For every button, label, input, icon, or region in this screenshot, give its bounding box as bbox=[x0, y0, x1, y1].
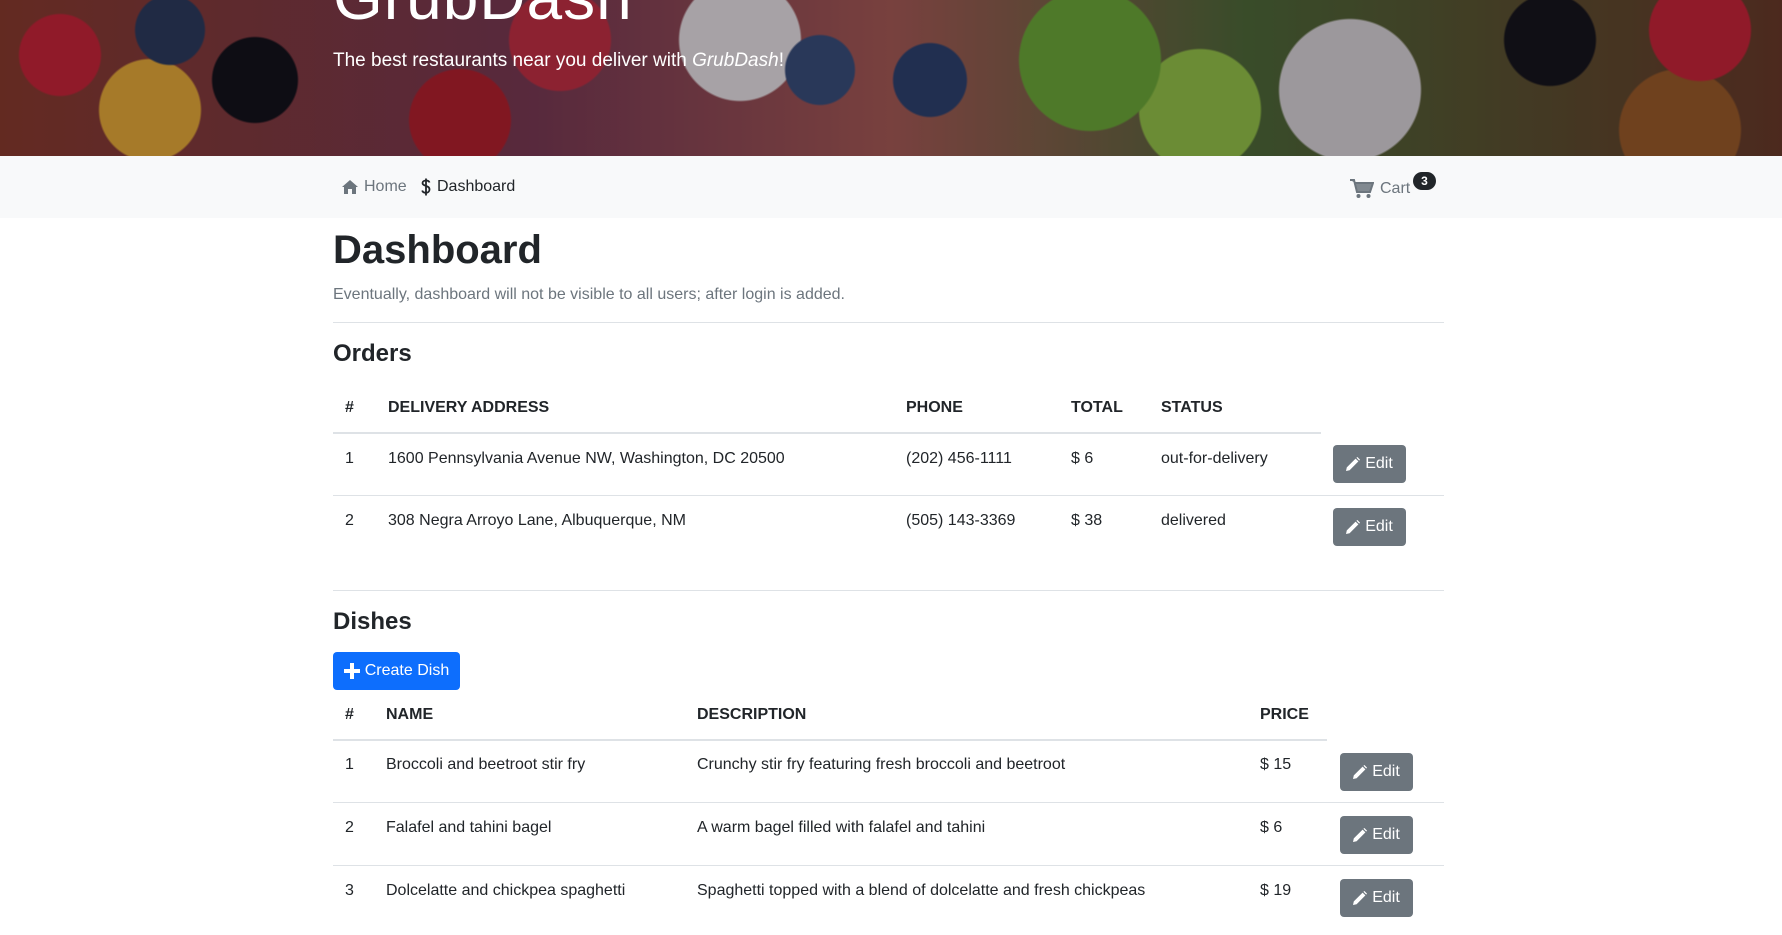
dish-price: $ 15 bbox=[1260, 756, 1292, 773]
row-divider bbox=[333, 495, 1444, 496]
tagline-prefix: The best restaurants near you deliver wi… bbox=[333, 50, 693, 71]
dishes-title: Dishes bbox=[333, 608, 412, 635]
home-icon bbox=[342, 180, 358, 194]
pencil-icon bbox=[1346, 520, 1361, 534]
tagline-brand: GrubDash bbox=[692, 50, 779, 71]
order-total: $ 38 bbox=[1071, 512, 1103, 529]
navbar: Home Dashboard Cart bbox=[0, 156, 1782, 218]
orders-col-total: TOTAL bbox=[1071, 399, 1123, 416]
page-subtitle: Eventually, dashboard will not be visibl… bbox=[333, 286, 845, 303]
tagline-suffix: ! bbox=[778, 50, 784, 71]
create-dish-button[interactable]: Create Dish bbox=[333, 652, 460, 690]
create-dish-label: Create Dish bbox=[364, 662, 450, 679]
page-title: Dashboard bbox=[333, 228, 542, 272]
dishes-header-line bbox=[333, 739, 1327, 741]
order-phone: (505) 143-3369 bbox=[906, 512, 1016, 529]
cart-icon bbox=[1350, 179, 1374, 199]
dish-price: $ 19 bbox=[1260, 882, 1292, 899]
hero-title: GrubDash bbox=[333, 0, 633, 34]
order-address: 308 Negra Arroyo Lane, Albuquerque, NM bbox=[388, 512, 686, 529]
edit-label: Edit bbox=[1365, 518, 1393, 535]
dish-edit-button[interactable]: Edit bbox=[1340, 816, 1413, 854]
nav-home-label: Home bbox=[364, 178, 407, 195]
divider bbox=[333, 590, 1444, 591]
dish-description: Spaghetti topped with a blend of dolcela… bbox=[697, 882, 1146, 899]
row-divider bbox=[333, 865, 1444, 866]
pencil-icon bbox=[1353, 765, 1368, 779]
orders-col-status: STATUS bbox=[1161, 399, 1223, 416]
order-edit-button[interactable]: Edit bbox=[1333, 508, 1406, 546]
dish-id: 1 bbox=[345, 756, 354, 773]
dishes-col-description: DESCRIPTION bbox=[697, 706, 807, 723]
dishes-col-price: PRICE bbox=[1260, 706, 1309, 723]
dish-id: 2 bbox=[345, 819, 354, 836]
orders-col-id: # bbox=[345, 399, 354, 416]
hero-tagline: The best restaurants near you deliver wi… bbox=[333, 50, 784, 72]
order-id: 1 bbox=[345, 450, 354, 467]
divider bbox=[333, 322, 1444, 323]
row-divider bbox=[333, 802, 1444, 803]
dish-description: Crunchy stir fry featuring fresh broccol… bbox=[697, 756, 1066, 773]
orders-col-address: DELIVERY ADDRESS bbox=[388, 399, 550, 416]
dish-description: A warm bagel filled with falafel and tah… bbox=[697, 819, 986, 836]
order-phone: (202) 456-1111 bbox=[906, 450, 1012, 467]
pencil-icon bbox=[1353, 828, 1368, 842]
cart-count-badge: 3 bbox=[1413, 172, 1436, 190]
dish-edit-button[interactable]: Edit bbox=[1340, 879, 1413, 917]
dish-edit-button[interactable]: Edit bbox=[1340, 753, 1413, 791]
nav-cart-label: Cart bbox=[1380, 180, 1411, 197]
dish-name: Falafel and tahini bagel bbox=[386, 819, 552, 836]
dollar-icon bbox=[421, 178, 431, 196]
order-status: delivered bbox=[1161, 512, 1226, 529]
dishes-col-id: # bbox=[345, 706, 354, 723]
orders-title: Orders bbox=[333, 340, 412, 367]
hero-banner: GrubDash The best restaurants near you d… bbox=[0, 0, 1782, 156]
dish-price: $ 6 bbox=[1260, 819, 1283, 836]
dish-id: 3 bbox=[345, 882, 354, 899]
nav-dashboard-link[interactable]: Dashboard bbox=[421, 178, 515, 196]
dishes-col-name: NAME bbox=[386, 706, 434, 723]
nav-cart-link[interactable]: Cart bbox=[1350, 179, 1410, 199]
edit-label: Edit bbox=[1372, 826, 1400, 843]
dish-name: Broccoli and beetroot stir fry bbox=[386, 756, 586, 773]
pencil-icon bbox=[1353, 891, 1368, 905]
nav-home-link[interactable]: Home bbox=[342, 178, 407, 196]
nav-dashboard-label: Dashboard bbox=[437, 178, 516, 195]
order-total: $ 6 bbox=[1071, 450, 1094, 467]
order-address: 1600 Pennsylvania Avenue NW, Washington,… bbox=[388, 450, 785, 467]
order-status: out-for-delivery bbox=[1161, 450, 1268, 467]
edit-label: Edit bbox=[1372, 763, 1400, 780]
plus-icon bbox=[343, 663, 360, 679]
pencil-icon bbox=[1346, 457, 1361, 471]
dish-name: Dolcelatte and chickpea spaghetti bbox=[386, 882, 626, 899]
edit-label: Edit bbox=[1365, 455, 1393, 472]
edit-label: Edit bbox=[1372, 889, 1400, 906]
order-edit-button[interactable]: Edit bbox=[1333, 445, 1406, 483]
orders-col-phone: PHONE bbox=[906, 399, 963, 416]
orders-header-line bbox=[333, 432, 1321, 434]
order-id: 2 bbox=[345, 512, 354, 529]
